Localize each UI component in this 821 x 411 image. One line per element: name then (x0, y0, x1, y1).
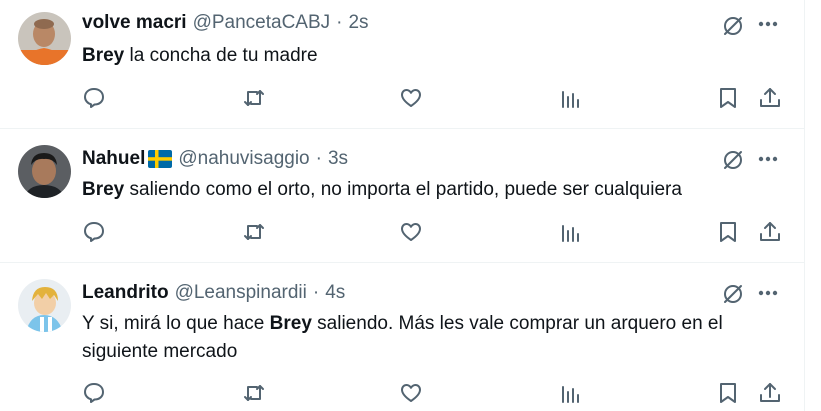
user-handle[interactable]: @PancetaCABJ (193, 12, 331, 34)
avatar[interactable] (18, 145, 71, 198)
tweet-text: Brey saliendo como el orto, no importa e… (82, 176, 782, 204)
separator-dot: · (315, 148, 322, 169)
retweet-icon[interactable] (242, 86, 266, 110)
sweden-flag-icon (148, 150, 173, 168)
reply-icon[interactable] (82, 86, 106, 110)
tweet-header: volve macri @PancetaCABJ · 2s (82, 10, 369, 36)
bookmark-icon[interactable] (716, 381, 740, 405)
grok-icon[interactable] (721, 148, 745, 172)
reply-icon[interactable] (82, 220, 106, 244)
views-bars-icon[interactable] (559, 86, 583, 110)
views-bars-icon[interactable] (559, 220, 583, 244)
bookmark-icon[interactable] (716, 86, 740, 110)
views-bars-icon[interactable] (559, 381, 583, 405)
avatar[interactable] (18, 12, 71, 65)
user-handle[interactable]: @nahuvisaggio (178, 148, 309, 170)
more-dots-icon[interactable] (757, 155, 779, 163)
tweet-3[interactable]: Leandrito @Leanspinardii · 4s Y si, mirá… (0, 263, 804, 411)
tweet-header: Nahuel @nahuvisaggio · 3s (82, 146, 348, 172)
reply-icon[interactable] (82, 381, 106, 405)
keyword-highlight: Brey (82, 179, 125, 200)
tweet-text-prefix: Y si, mirá lo que hace (82, 313, 270, 334)
like-heart-icon[interactable] (399, 220, 423, 244)
like-heart-icon[interactable] (399, 86, 423, 110)
separator-dot: · (336, 12, 343, 33)
share-icon[interactable] (758, 220, 782, 244)
keyword-highlight: Brey (269, 313, 312, 334)
grok-icon[interactable] (721, 282, 745, 306)
display-name[interactable]: Leandrito (82, 282, 169, 304)
like-heart-icon[interactable] (399, 381, 423, 405)
user-handle[interactable]: @Leanspinardii (175, 282, 307, 304)
share-icon[interactable] (758, 381, 782, 405)
tweet-header: Leandrito @Leanspinardii · 4s (82, 280, 345, 306)
tweet-2[interactable]: Nahuel @nahuvisaggio · 3s Brey saliendo … (0, 129, 804, 262)
display-name[interactable]: Nahuel (82, 148, 145, 170)
retweet-icon[interactable] (242, 381, 266, 405)
more-dots-icon[interactable] (757, 20, 779, 28)
timestamp[interactable]: 2s (348, 12, 368, 34)
more-dots-icon[interactable] (757, 289, 779, 297)
share-icon[interactable] (758, 86, 782, 110)
tweet-text: Y si, mirá lo que hace Brey saliendo. Má… (82, 310, 782, 366)
tweet-text-body: saliendo como el orto, no importa el par… (124, 179, 682, 200)
separator-dot: · (312, 282, 320, 303)
timeline-border (804, 0, 805, 411)
bookmark-icon[interactable] (716, 220, 740, 244)
tweet-text-body: la concha de tu madre (124, 45, 318, 66)
keyword-highlight: Brey (82, 45, 125, 66)
timestamp[interactable]: 4s (325, 282, 345, 304)
grok-icon[interactable] (721, 14, 745, 38)
avatar[interactable] (18, 279, 71, 332)
display-name[interactable]: volve macri (82, 12, 187, 34)
tweet-text: Brey la concha de tu madre (82, 42, 782, 70)
tweet-1[interactable]: volve macri @PancetaCABJ · 2s Brey la co… (0, 0, 804, 128)
retweet-icon[interactable] (242, 220, 266, 244)
timestamp[interactable]: 3s (328, 148, 348, 170)
